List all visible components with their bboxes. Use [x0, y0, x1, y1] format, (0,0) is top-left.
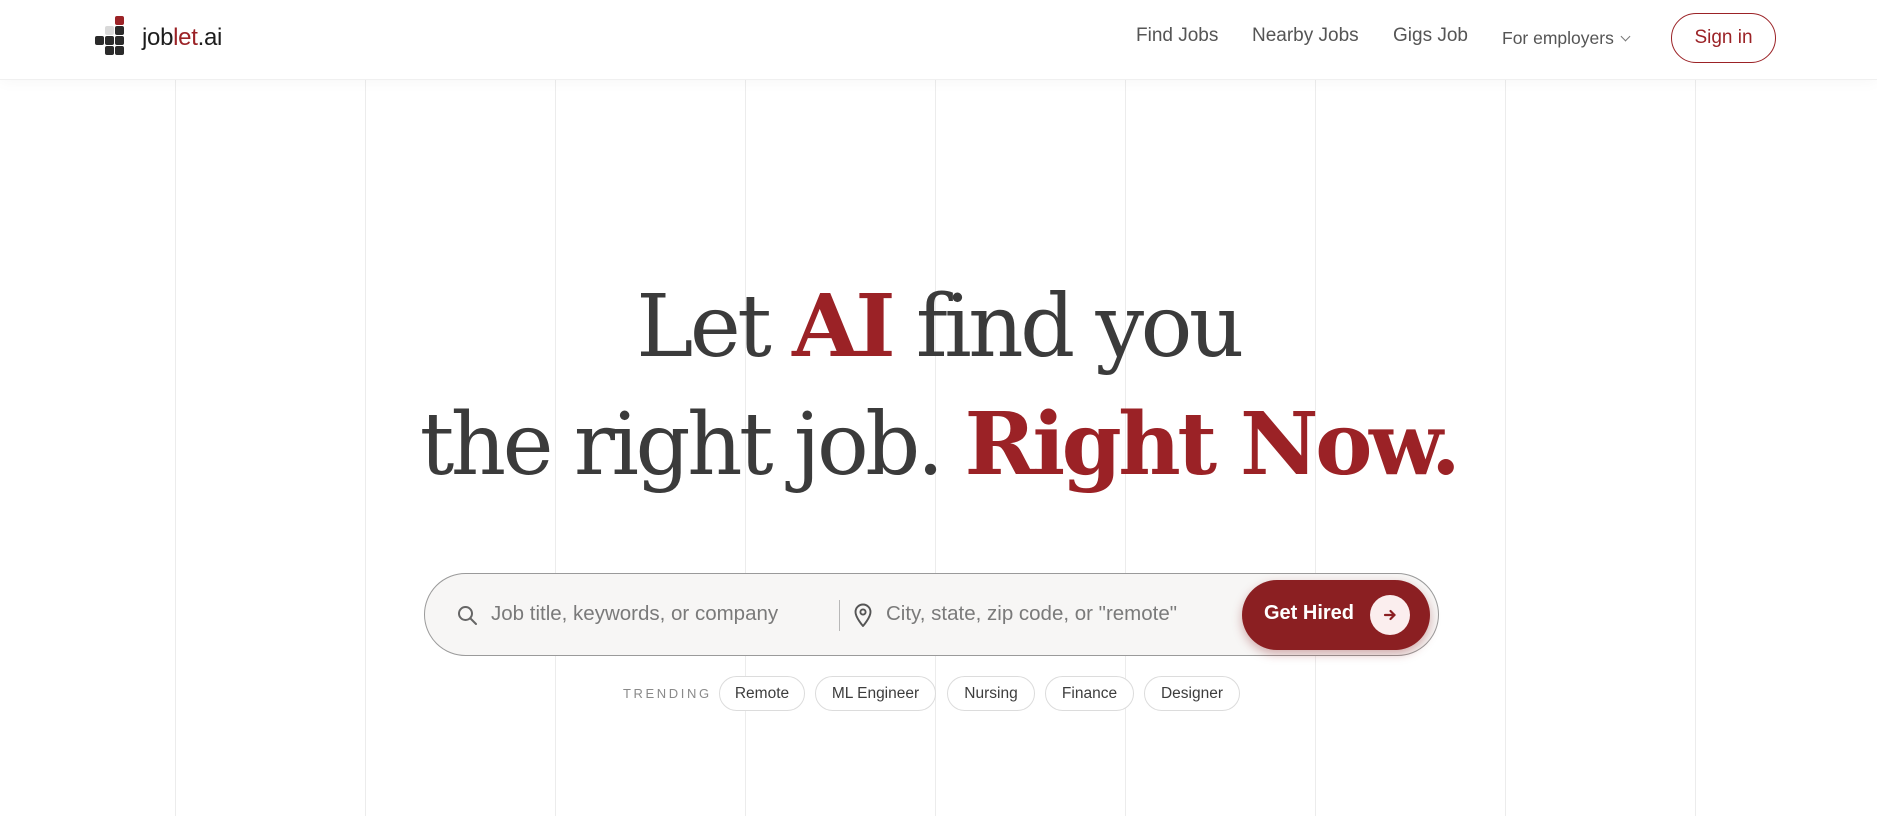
hero-headline: Let AI find you the right job. Right Now…	[0, 268, 1877, 504]
hero-line-1: Let AI find you	[0, 268, 1877, 386]
page: joblet.ai Find Jobs Nearby Jobs Gigs Job…	[0, 0, 1877, 816]
location-input[interactable]	[886, 590, 1216, 638]
trending-label: TRENDING	[623, 686, 712, 701]
chevron-down-icon	[1620, 31, 1631, 42]
trending-chip-designer[interactable]: Designer	[1144, 676, 1240, 711]
trending-chip-nursing[interactable]: Nursing	[947, 676, 1035, 711]
nav-nearby-jobs[interactable]: Nearby Jobs	[1252, 25, 1359, 47]
logo-icon	[94, 15, 128, 61]
search-icon	[458, 606, 477, 625]
hero-text: Let	[636, 277, 793, 377]
logo-text: joblet.ai	[142, 24, 222, 52]
logo-text-tail: .ai	[197, 24, 223, 51]
get-hired-button[interactable]: Get Hired	[1242, 580, 1430, 650]
hero-text: the right job.	[419, 395, 965, 495]
nav-gigs-job[interactable]: Gigs Job	[1393, 25, 1468, 47]
hero-line-2: the right job. Right Now.	[0, 386, 1877, 504]
site-header: joblet.ai Find Jobs Nearby Jobs Gigs Job…	[0, 0, 1877, 80]
sign-in-button[interactable]: Sign in	[1671, 13, 1776, 63]
map-pin-icon	[854, 603, 872, 627]
hero-highlight-ai: AI	[792, 276, 895, 377]
trending-chip-remote[interactable]: Remote	[719, 676, 805, 711]
logo-text-main: job	[142, 24, 174, 51]
search-divider	[839, 600, 840, 631]
trending-chip-finance[interactable]: Finance	[1045, 676, 1134, 711]
logo[interactable]: joblet.ai	[94, 14, 222, 62]
logo-text-accent: let	[173, 24, 198, 51]
job-keyword-input[interactable]	[491, 590, 826, 638]
trending-chip-ml-engineer[interactable]: ML Engineer	[815, 676, 936, 711]
get-hired-label: Get Hired	[1264, 602, 1355, 624]
job-search-bar: Get Hired	[424, 573, 1439, 656]
hero-text: find you	[892, 277, 1244, 377]
nav-for-employers-label: For employers	[1502, 28, 1614, 48]
trending-searches: TRENDING Remote ML Engineer Nursing Fina…	[0, 676, 1877, 712]
arrow-right-icon	[1370, 595, 1410, 635]
nav-find-jobs[interactable]: Find Jobs	[1136, 25, 1218, 47]
hero-highlight-right-now: Right Now.	[964, 394, 1461, 495]
nav-for-employers[interactable]: For employers	[1502, 28, 1631, 49]
